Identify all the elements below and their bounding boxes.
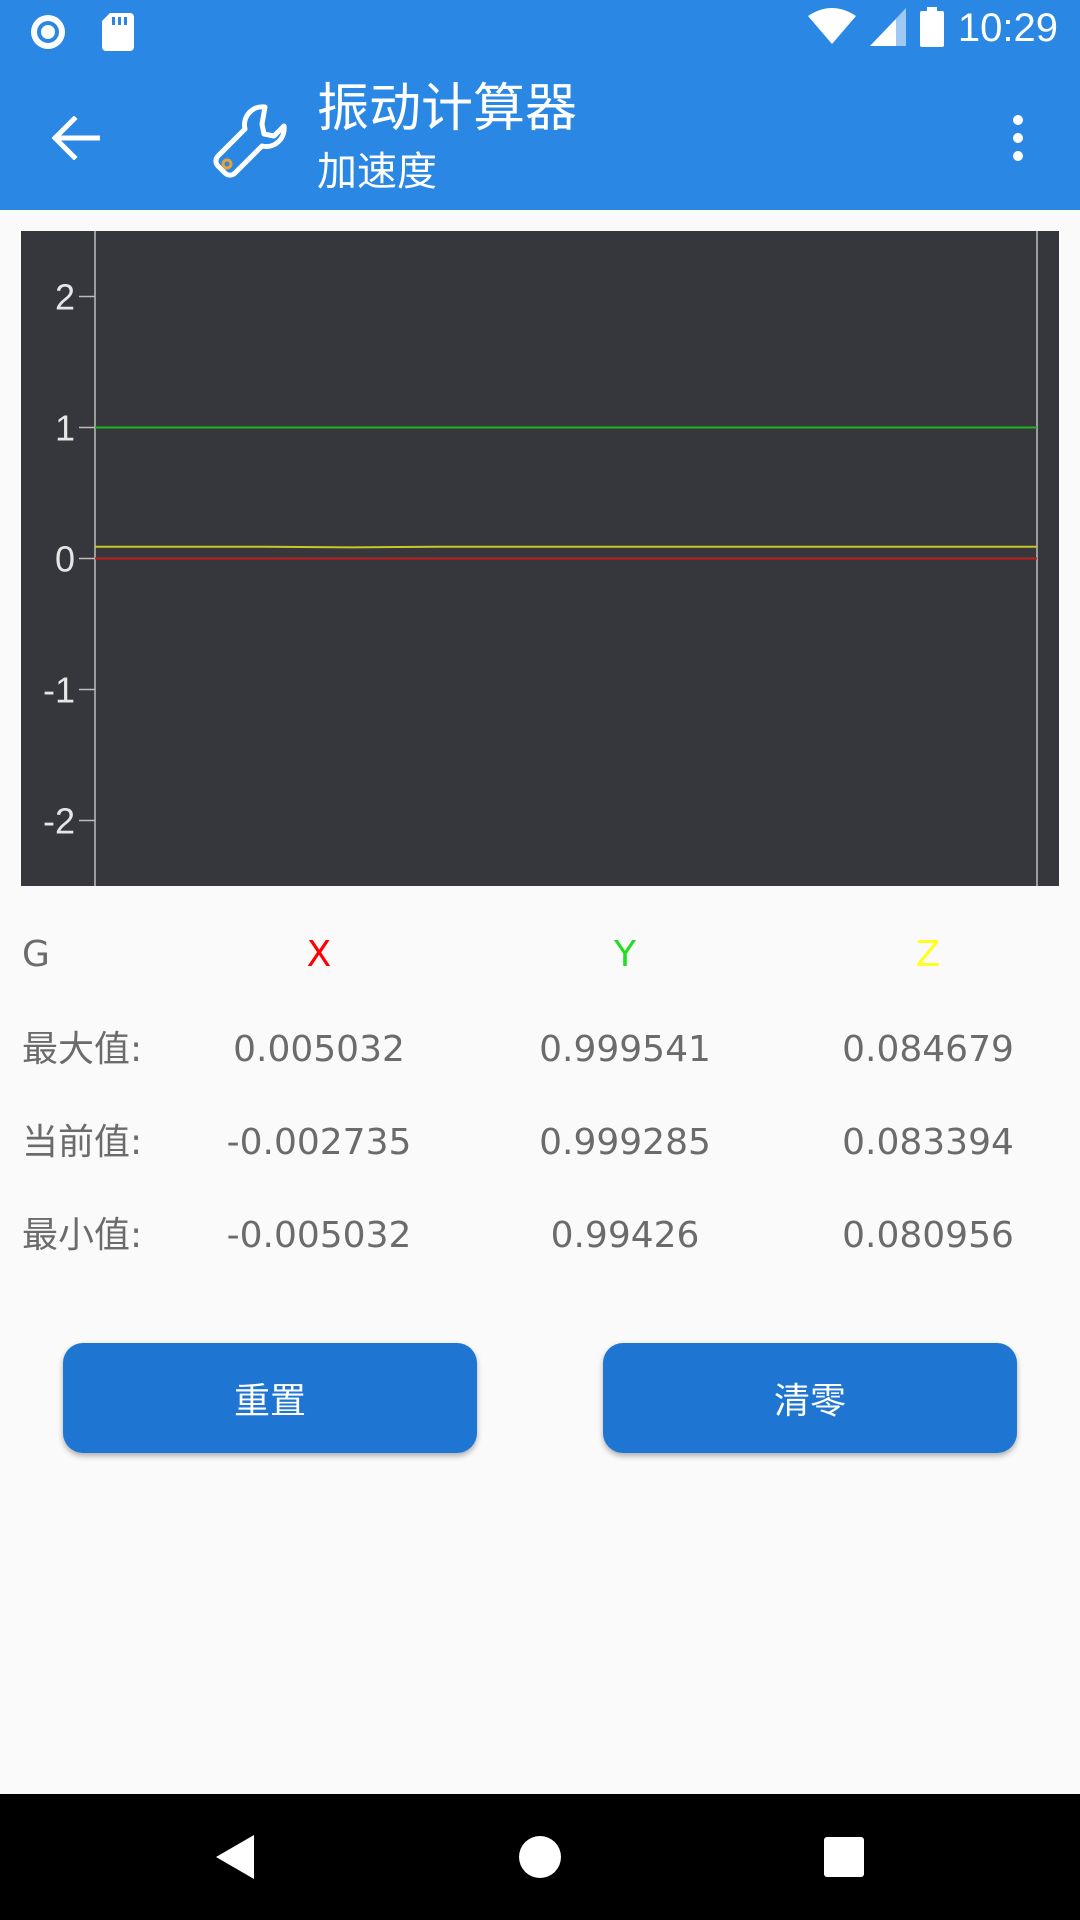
table-row-max: 最大值: 0.005032 0.999541 0.084679 bbox=[0, 1003, 1080, 1096]
y-tick-label: 2 bbox=[55, 277, 75, 318]
back-triangle-icon bbox=[216, 1835, 254, 1879]
y-tick-label: -2 bbox=[43, 801, 75, 842]
app-title: 振动计算器 bbox=[317, 79, 578, 139]
battery-icon bbox=[919, 6, 944, 51]
app-subtitle: 加速度 bbox=[317, 149, 437, 195]
wrench-icon bbox=[213, 104, 287, 178]
row-label: 最小值: bbox=[22, 1215, 143, 1256]
status-time: 10:29 bbox=[957, 6, 1058, 50]
column-z-header: Z bbox=[915, 934, 941, 975]
min-z-value: 0.080956 bbox=[842, 1215, 1014, 1256]
signal-icon bbox=[869, 7, 906, 50]
min-x-value: -0.005032 bbox=[226, 1215, 412, 1256]
current-z-value: 0.083394 bbox=[842, 1122, 1014, 1163]
current-x-value: -0.002735 bbox=[226, 1122, 412, 1163]
table-row-current: 当前值: -0.002735 0.999285 0.083394 bbox=[0, 1096, 1080, 1189]
column-x-header: X bbox=[306, 934, 332, 975]
home-circle-icon bbox=[519, 1836, 561, 1878]
acceleration-chart: 2 1 0 -1 -2 bbox=[21, 231, 1059, 886]
svg-text:×: × bbox=[838, 32, 850, 46]
wifi-icon: × bbox=[807, 7, 856, 50]
nav-home-button[interactable] bbox=[510, 1827, 570, 1887]
recents-square-icon bbox=[824, 1837, 864, 1877]
table-header-row: G X Y Z bbox=[0, 910, 1080, 1003]
max-x-value: 0.005032 bbox=[233, 1029, 405, 1070]
y-tick-label: 1 bbox=[55, 408, 75, 449]
max-y-value: 0.999541 bbox=[539, 1029, 711, 1070]
current-y-value: 0.999285 bbox=[539, 1122, 711, 1163]
series-line-1 bbox=[95, 545, 1037, 549]
more-vert-icon bbox=[1013, 115, 1023, 161]
nav-recents-button[interactable] bbox=[814, 1827, 874, 1887]
column-y-header: Y bbox=[614, 934, 636, 975]
record-icon bbox=[28, 12, 68, 56]
reset-button[interactable]: 重置 bbox=[63, 1343, 477, 1453]
status-bar: × 10:29 bbox=[0, 0, 1080, 63]
unit-label: G bbox=[22, 934, 50, 975]
row-label: 最大值: bbox=[22, 1029, 143, 1070]
zero-button[interactable]: 清零 bbox=[603, 1343, 1017, 1453]
chart-svg: 2 1 0 -1 -2 bbox=[43, 231, 1038, 886]
back-arrow-icon bbox=[51, 116, 100, 160]
y-tick-label: 0 bbox=[55, 539, 75, 580]
more-options-button[interactable] bbox=[990, 103, 1046, 173]
y-tick-label: -1 bbox=[43, 670, 75, 711]
min-y-value: 0.99426 bbox=[550, 1215, 700, 1256]
back-button[interactable] bbox=[40, 103, 110, 173]
row-label: 当前值: bbox=[22, 1122, 143, 1163]
app-bar: 振动计算器 加速度 bbox=[0, 63, 1080, 210]
values-table: G X Y Z 最大值: 0.005032 0.999541 0.084679 … bbox=[0, 910, 1080, 1282]
table-row-min: 最小值: -0.005032 0.99426 0.080956 bbox=[0, 1189, 1080, 1282]
sd-card-icon bbox=[102, 13, 134, 55]
nav-back-button[interactable] bbox=[206, 1827, 266, 1887]
max-z-value: 0.084679 bbox=[842, 1029, 1014, 1070]
navigation-bar bbox=[0, 1794, 1080, 1920]
